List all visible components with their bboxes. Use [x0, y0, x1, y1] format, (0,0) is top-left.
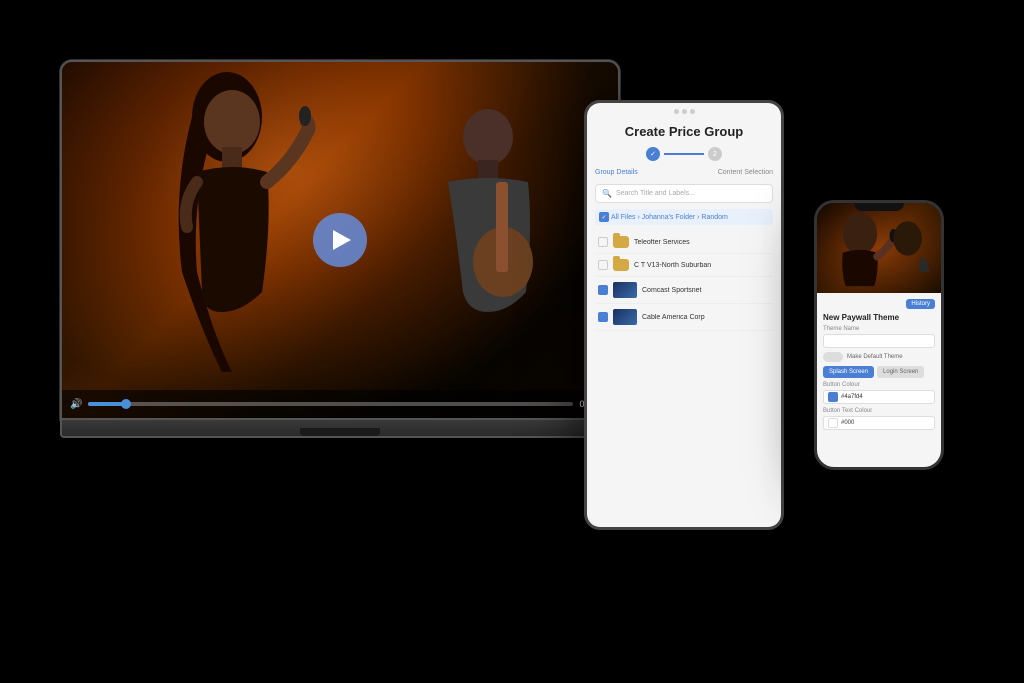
breadcrumb-icon: ✓ [599, 212, 609, 222]
guitarist-svg [408, 92, 568, 382]
phone-header-bar: History [823, 299, 935, 309]
laptop-body: 🔊 0:06 ⛶ [60, 60, 620, 420]
history-button[interactable]: History [906, 299, 935, 309]
breadcrumb-bar: ✓ All Files › Johanna's Folder › Random [595, 209, 773, 225]
checkbox-3[interactable] [598, 285, 608, 295]
search-bar[interactable]: 🔍 Search Title and Labels... [595, 184, 773, 203]
step-1-label: Group Details [595, 169, 638, 176]
phone-screen: History New Paywall Theme Theme Name Mak… [817, 203, 941, 467]
laptop-screen: 🔊 0:06 ⛶ [62, 62, 618, 418]
step-2-dot: 2 [708, 147, 722, 161]
file-item-1[interactable]: Teleofter Services [595, 231, 773, 254]
button-text-colour-label: Button Text Colour [823, 408, 935, 414]
toggle-label: Make Default Theme [847, 354, 903, 360]
button-text-colour-swatch [828, 418, 838, 428]
file-name-2: C T V13-North Suburban [634, 262, 770, 269]
file-name-3: Comcast Sportsnet [642, 287, 770, 294]
folder-icon-1 [613, 236, 629, 248]
progress-fill [88, 402, 127, 406]
tablet-status-dots [587, 103, 781, 116]
breadcrumb-text: All Files › Johanna's Folder › Random [611, 214, 728, 221]
file-item-2[interactable]: C T V13-North Suburban [595, 254, 773, 277]
button-colour-value: #4a7fd4 [841, 394, 863, 400]
tab-row: Splash Screen Login Screen [823, 366, 935, 378]
checkbox-4[interactable] [598, 312, 608, 322]
search-placeholder: Search Title and Labels... [616, 190, 695, 197]
file-item-4[interactable]: Cable America Corp [595, 304, 773, 331]
progress-thumb [121, 399, 131, 409]
theme-name-label: Theme Name [823, 326, 935, 332]
button-text-colour-value: #000 [841, 420, 854, 426]
button-colour-label: Button Colour [823, 382, 935, 388]
video-thumb-img-3 [613, 282, 637, 298]
tablet-title: Create Price Group [595, 124, 773, 139]
phone-ui: History New Paywall Theme Theme Name Mak… [817, 293, 941, 467]
video-controls: 🔊 0:06 ⛶ [62, 390, 618, 418]
phone-section-title: New Paywall Theme [823, 313, 935, 322]
dot-1 [674, 109, 679, 114]
phone-concert-svg [817, 203, 941, 293]
video-thumb-4 [613, 309, 637, 325]
default-theme-toggle[interactable] [823, 352, 843, 362]
play-icon [333, 230, 351, 250]
checkbox-2[interactable] [598, 260, 608, 270]
button-colour-input[interactable]: #4a7fd4 [823, 390, 935, 404]
play-button[interactable] [313, 213, 367, 267]
login-screen-tab[interactable]: Login Screen [877, 366, 924, 378]
button-colour-swatch [828, 392, 838, 402]
video-thumb-3 [613, 282, 637, 298]
folder-icon-2 [613, 259, 629, 271]
phone-notch [854, 203, 904, 211]
check-icon: ✓ [601, 214, 606, 221]
laptop-base [60, 420, 620, 438]
dot-3 [690, 109, 695, 114]
splash-screen-tab[interactable]: Splash Screen [823, 366, 874, 378]
theme-name-input[interactable] [823, 334, 935, 348]
step-2-label: Content Selection [718, 169, 773, 176]
phone: History New Paywall Theme Theme Name Mak… [814, 200, 944, 470]
file-name-1: Teleofter Services [634, 239, 770, 246]
progress-bar[interactable] [88, 402, 573, 406]
step-line [664, 153, 704, 155]
steps-labels: Group Details Content Selection [595, 169, 773, 176]
checkbox-1[interactable] [598, 237, 608, 247]
dot-2 [682, 109, 687, 114]
main-scene: 🔊 0:06 ⛶ [0, 0, 1024, 683]
toggle-row: Make Default Theme [823, 352, 935, 362]
laptop: 🔊 0:06 ⛶ [60, 60, 640, 480]
phone-image [817, 203, 941, 293]
concert-video: 🔊 0:06 ⛶ [62, 62, 618, 418]
file-name-4: Cable America Corp [642, 314, 770, 321]
steps-container: ✓ 2 [595, 147, 773, 161]
file-item-3[interactable]: Comcast Sportsnet [595, 277, 773, 304]
tablet: Create Price Group ✓ 2 Group Details Con… [584, 100, 784, 530]
search-icon: 🔍 [602, 189, 612, 198]
video-thumb-img-4 [613, 309, 637, 325]
singer-svg [142, 72, 342, 382]
button-text-colour-input[interactable]: #000 [823, 416, 935, 430]
tablet-screen: Create Price Group ✓ 2 Group Details Con… [587, 103, 781, 527]
step-1-dot: ✓ [646, 147, 660, 161]
laptop-notch [300, 428, 380, 436]
tablet-content: Create Price Group ✓ 2 Group Details Con… [587, 116, 781, 527]
volume-icon[interactable]: 🔊 [70, 399, 82, 410]
